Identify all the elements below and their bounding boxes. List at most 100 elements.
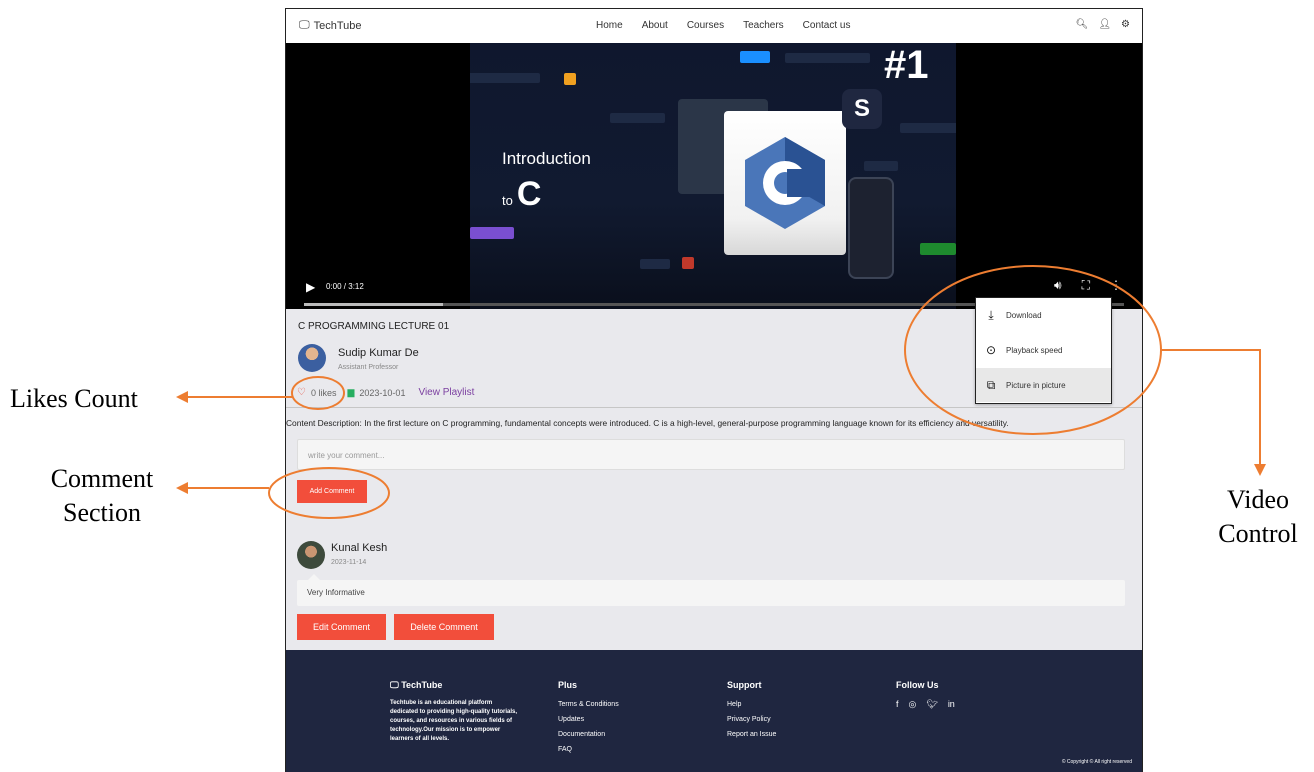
lecture-date: 2023-10-01: [359, 387, 406, 398]
brand-name: TechTube: [313, 19, 362, 32]
view-playlist-link[interactable]: View Playlist: [418, 387, 474, 398]
copyright: © Copyright © All right reserved: [1061, 759, 1132, 765]
fullscreen-icon[interactable]: ⛶: [1082, 278, 1090, 293]
video-player[interactable]: Introduction to C #1 S ▶ 0:00 / 3:12 🔊︎ ⛶: [286, 43, 1142, 309]
menu-picture-in-picture[interactable]: ⧉ Picture in picture: [976, 368, 1111, 402]
video-control-arrow-head: [1254, 464, 1266, 476]
facebook-icon[interactable]: f: [896, 699, 899, 710]
top-navbar: 🖵 TechTube Home About Courses Teachers C…: [286, 9, 1142, 43]
decor-bar: [740, 51, 770, 63]
video-control-label: Video Control: [1218, 485, 1298, 548]
decor-bar: [900, 123, 956, 133]
decor-bar: [920, 243, 956, 255]
footer-link-help[interactable]: Help: [727, 699, 776, 710]
footer-link-privacy[interactable]: Privacy Policy: [727, 714, 776, 725]
nav-courses[interactable]: Courses: [687, 20, 724, 31]
lecture-title: C PROGRAMMING LECTURE 01: [298, 321, 450, 332]
comment-date: 2023-11-14: [331, 559, 367, 566]
footer-link-report[interactable]: Report an Issue: [727, 729, 776, 740]
playback-speed-icon: ⊙: [985, 343, 997, 357]
brand[interactable]: 🖵 TechTube: [299, 19, 362, 32]
footer-about-text: Techtube is an educational platform dedi…: [390, 700, 518, 742]
footer-plus: Plus Terms & Conditions Updates Document…: [558, 680, 619, 755]
commenter-name: Kunal Kesh: [331, 542, 388, 554]
nav-contact[interactable]: Contact us: [803, 20, 851, 31]
footer-link-updates[interactable]: Updates: [558, 714, 619, 725]
more-options-icon[interactable]: ⋮: [1110, 278, 1122, 293]
footer-plus-title: Plus: [558, 680, 578, 690]
nav-icons: 🔍︎ 👤︎ ⚙︎: [1076, 19, 1130, 30]
content-description: Content Description: In the first lectur…: [286, 418, 1009, 428]
app-frame: 🖵 TechTube Home About Courses Teachers C…: [285, 8, 1143, 772]
author-avatar: [298, 344, 326, 372]
likes-count: 0 likes: [310, 387, 337, 398]
nav-about[interactable]: About: [642, 20, 668, 31]
c-language-logo: [745, 137, 825, 229]
thumbnail-number: #1: [884, 43, 929, 87]
twitter-icon[interactable]: 🐦︎: [926, 699, 937, 710]
heart-icon[interactable]: ♡: [297, 387, 306, 398]
decor-bar: [470, 73, 540, 83]
menu-download[interactable]: ⤓ Download: [976, 298, 1111, 332]
linkedin-icon[interactable]: in: [948, 699, 955, 710]
video-time: 0:00 / 3:12: [326, 282, 364, 291]
decor-bar: [864, 161, 898, 171]
decor-bar: [640, 259, 670, 269]
decor-bar: [470, 227, 514, 239]
decor-bar: [610, 113, 665, 123]
footer-brand[interactable]: 🖵 TechTube: [390, 680, 520, 691]
comment-text: Very Informative: [297, 580, 1125, 606]
play-icon[interactable]: ▶: [306, 280, 315, 294]
footer-about: 🖵 TechTube Techtube is an educational pl…: [390, 680, 520, 744]
monitor-icon: 🖵: [390, 680, 399, 690]
footer-support: Support Help Privacy Policy Report an Is…: [727, 680, 776, 740]
user-icon[interactable]: 👤︎: [1098, 19, 1111, 30]
footer-link-faq[interactable]: FAQ: [558, 744, 619, 755]
footer-support-title: Support: [727, 680, 762, 690]
comment-input[interactable]: write your comment...: [297, 439, 1125, 470]
settings-icon[interactable]: ⚙︎: [1121, 19, 1130, 30]
divider: [286, 407, 1142, 408]
author-name: Sudip Kumar De: [338, 347, 419, 359]
footer-link-terms[interactable]: Terms & Conditions: [558, 699, 619, 710]
social-icons: f ◎ 🐦︎ in: [896, 699, 955, 710]
add-comment-button[interactable]: Add Comment: [297, 480, 367, 503]
video-control-arrow-line: [1161, 349, 1261, 466]
comment-section-label: Comment Section: [50, 464, 154, 527]
footer-follow-title: Follow Us: [896, 680, 939, 690]
edit-comment-button[interactable]: Edit Comment: [297, 614, 386, 640]
decor-bar: [785, 53, 870, 63]
picture-in-picture-icon: ⧉: [986, 377, 996, 392]
comment-arrow-head: [176, 482, 188, 494]
likes-count-label: Likes Count: [10, 384, 138, 413]
video-thumbnail: Introduction to C #1 S: [470, 43, 956, 309]
instagram-icon[interactable]: ◎: [909, 699, 917, 710]
nav-home[interactable]: Home: [596, 20, 623, 31]
footer: 🖵 TechTube Techtube is an educational pl…: [286, 650, 1142, 772]
monitor-icon: 🖵: [299, 19, 310, 31]
phone-art: [848, 177, 894, 279]
decor-bar: [682, 257, 694, 269]
thumbnail-title: Introduction: [502, 149, 591, 168]
commenter-avatar: [297, 541, 325, 569]
download-icon: ⤓: [988, 307, 994, 322]
swirl-logo-icon: S: [842, 89, 882, 129]
search-icon[interactable]: 🔍︎: [1076, 19, 1089, 30]
decor-bar: [564, 73, 576, 85]
video-control-icons: 🔊︎ ⛶ ⋮: [1054, 278, 1122, 293]
lecture-meta: ♡ 0 likes ▆ 2023-10-01 View Playlist: [297, 387, 474, 398]
c-logo-card: [724, 111, 846, 255]
nav-links: Home About Courses Teachers Contact us: [596, 20, 850, 31]
video-progress-fill: [304, 303, 444, 306]
footer-link-documentation[interactable]: Documentation: [558, 729, 619, 740]
thumbnail-subtitle: to C: [502, 175, 542, 213]
video-options-menu: ⤓ Download ⊙ Playback speed ⧉ Picture in…: [975, 297, 1112, 404]
footer-follow: Follow Us f ◎ 🐦︎ in: [896, 680, 955, 710]
nav-teachers[interactable]: Teachers: [743, 20, 784, 31]
likes-arrow-head: [176, 391, 188, 403]
menu-playback-speed[interactable]: ⊙ Playback speed: [976, 333, 1111, 367]
author-role: Assistant Professor: [338, 364, 399, 371]
calendar-icon: ▆: [347, 387, 355, 397]
delete-comment-button[interactable]: Delete Comment: [394, 614, 494, 640]
volume-icon[interactable]: 🔊︎: [1054, 278, 1062, 293]
